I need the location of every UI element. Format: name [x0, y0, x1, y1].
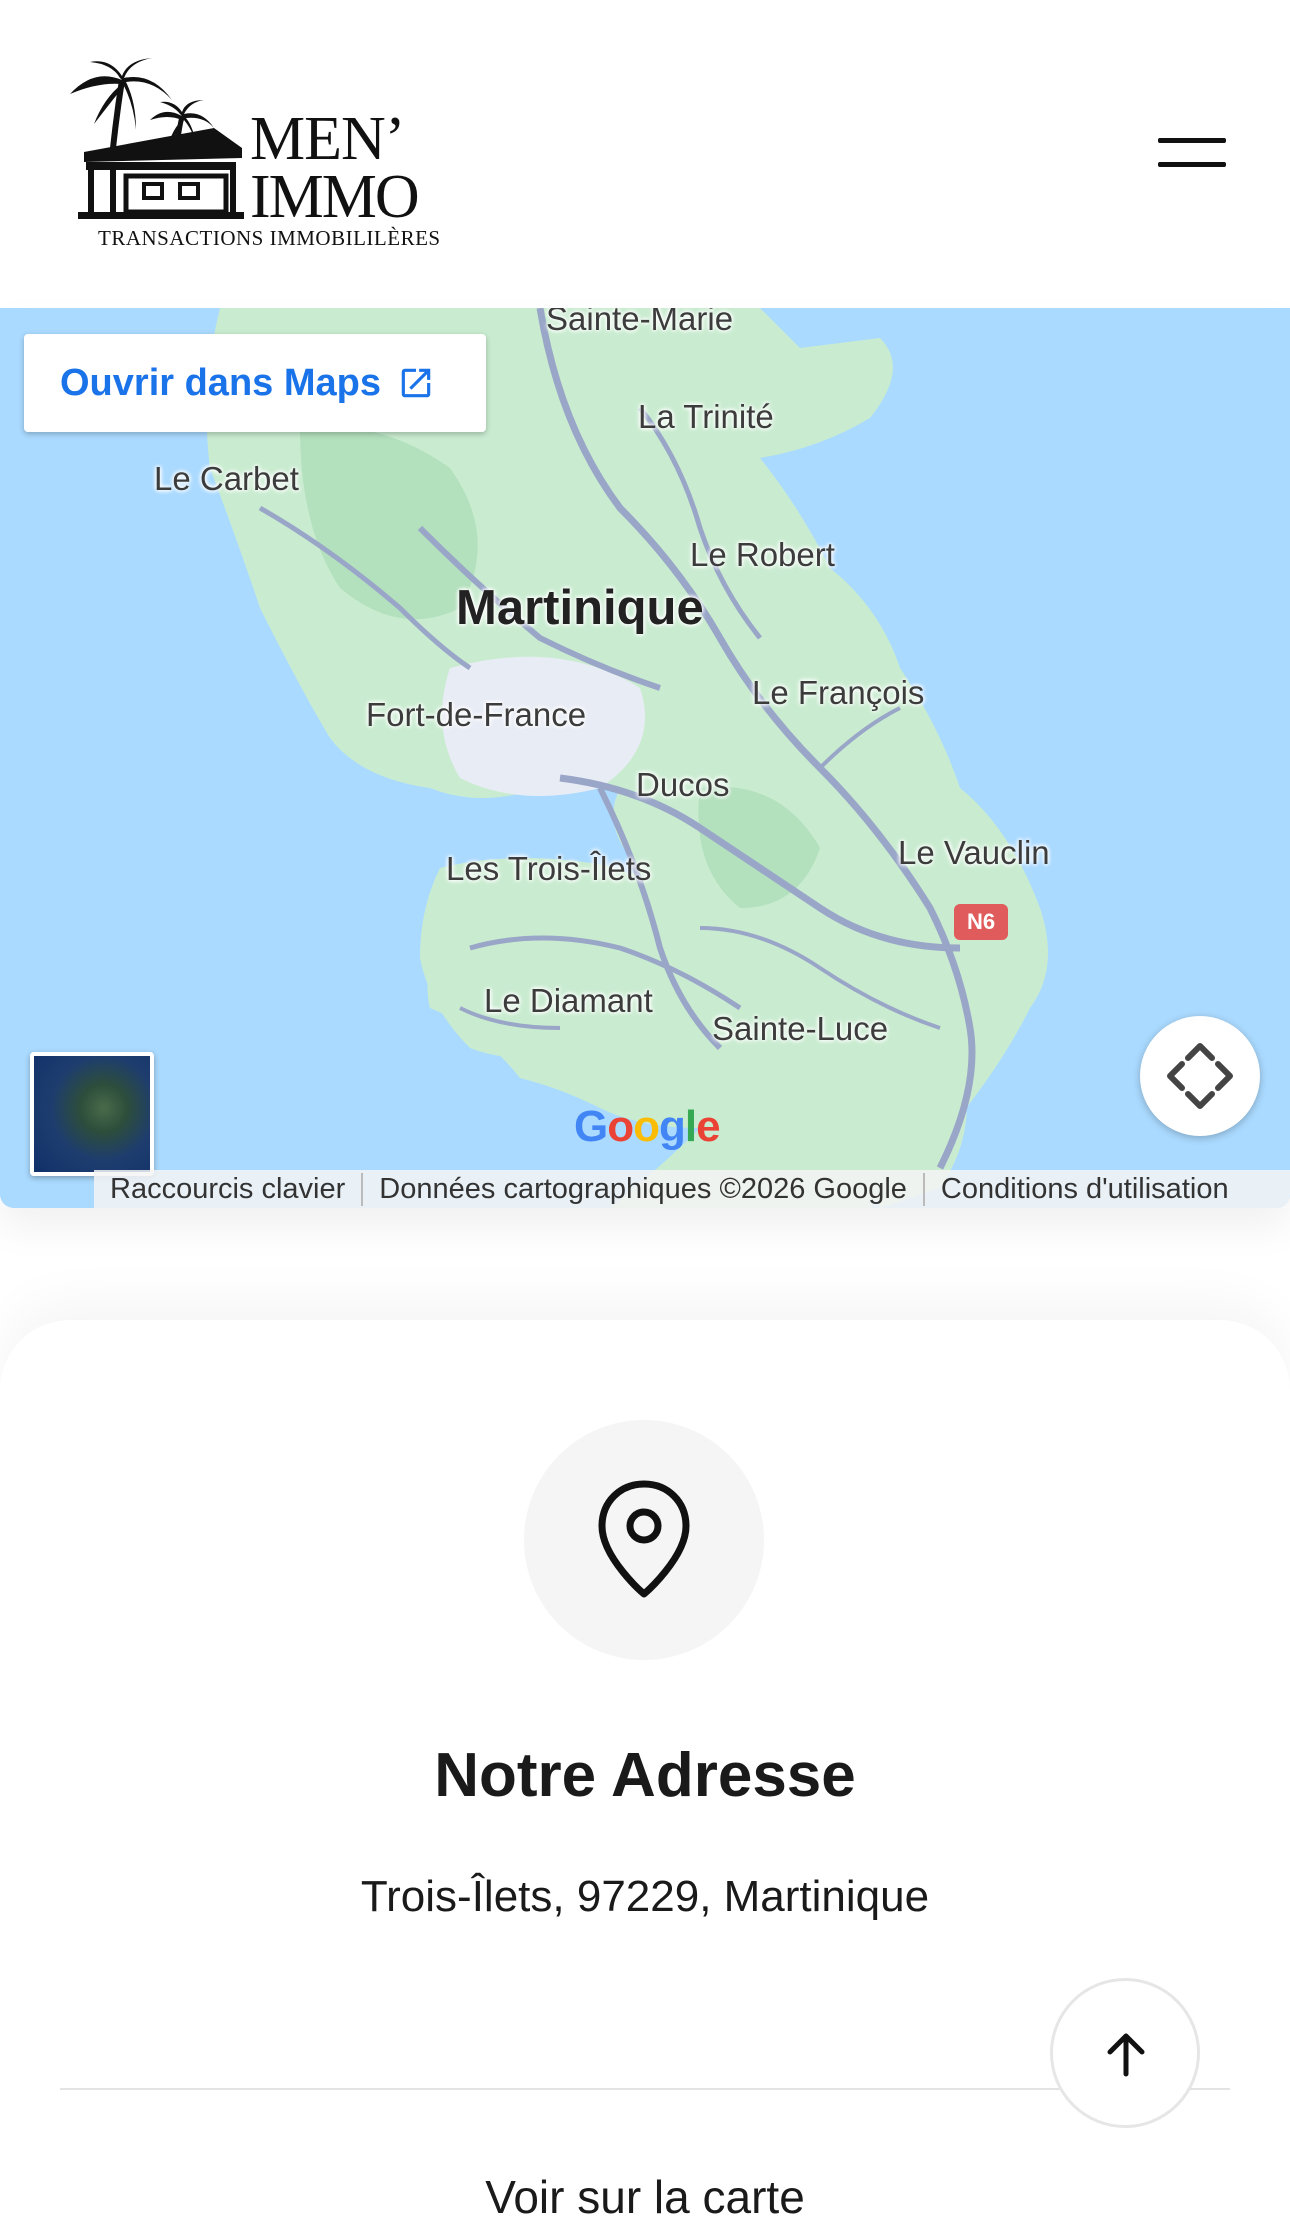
- palm-house-logo-icon: [70, 58, 244, 219]
- google-map[interactable]: Ouvrir dans Maps Sainte-Marie La Trinité…: [0, 308, 1290, 1208]
- map-place-label: Sainte-Luce: [712, 1010, 889, 1047]
- divider: [60, 2088, 1230, 2090]
- logo-word-immo: IMMO: [250, 163, 420, 231]
- map-base-layer: [0, 308, 1290, 1208]
- fullscreen-arrows-icon: [1167, 1043, 1233, 1109]
- open-in-maps-label: Ouvrir dans Maps: [60, 361, 381, 404]
- map-pin-icon: [598, 1480, 690, 1598]
- map-place-label: Sainte-Marie: [546, 308, 734, 337]
- address-value: Trois-Îlets, 97229, Martinique: [360, 1872, 930, 1921]
- map-place-label: La Trinité: [638, 398, 774, 435]
- address-title: Notre Adresse: [434, 1741, 856, 1810]
- satellite-view-toggle[interactable]: [30, 1052, 154, 1176]
- keyboard-shortcuts-link[interactable]: Raccourcis clavier: [94, 1172, 364, 1206]
- fullscreen-button[interactable]: [1140, 1016, 1260, 1136]
- map-place-label: Ducos: [636, 766, 730, 803]
- map-place-label: Le Diamant: [484, 982, 653, 1019]
- road-shield-n6: N6: [966, 909, 996, 934]
- logo-word-men: MEN’: [250, 105, 405, 173]
- menu-line: [1158, 162, 1226, 167]
- map-data-attribution: Données cartographiques ©2026 Google: [363, 1172, 925, 1206]
- scroll-to-top-button[interactable]: [1050, 1978, 1200, 2128]
- google-logo: Google: [574, 1102, 721, 1151]
- arrow-up-icon: [1107, 2033, 1145, 2077]
- map-place-label: Fort-de-France: [366, 696, 587, 733]
- see-on-map-link[interactable]: Voir sur la carte: [0, 2170, 1290, 2217]
- map-place-label: Le François: [752, 674, 925, 711]
- map-place-label: Le Vauclin: [898, 834, 1050, 871]
- map-place-label: Le Carbet: [154, 460, 299, 497]
- map-pin-badge: [524, 1420, 764, 1660]
- terms-of-use-link[interactable]: Conditions d'utilisation: [925, 1173, 1245, 1206]
- map-place-label: Le Robert: [690, 536, 835, 573]
- hamburger-menu-icon[interactable]: [1150, 130, 1230, 176]
- site-header: MEN’ IMMO TRANSACTIONS IMMOBILILÈRES: [0, 0, 1290, 306]
- map-place-label: Les Trois-Îlets: [446, 850, 652, 887]
- map-region-label: Martinique: [456, 581, 704, 635]
- open-in-maps-button[interactable]: Ouvrir dans Maps: [24, 334, 486, 432]
- site-logo[interactable]: MEN’ IMMO TRANSACTIONS IMMOBILILÈRES: [64, 58, 444, 258]
- menu-line: [1158, 138, 1226, 143]
- map-attribution-bar: Raccourcis clavier Données cartographiqu…: [94, 1170, 1290, 1208]
- external-link-icon: [401, 368, 431, 398]
- logo-tagline: TRANSACTIONS IMMOBILILÈRES: [98, 226, 441, 250]
